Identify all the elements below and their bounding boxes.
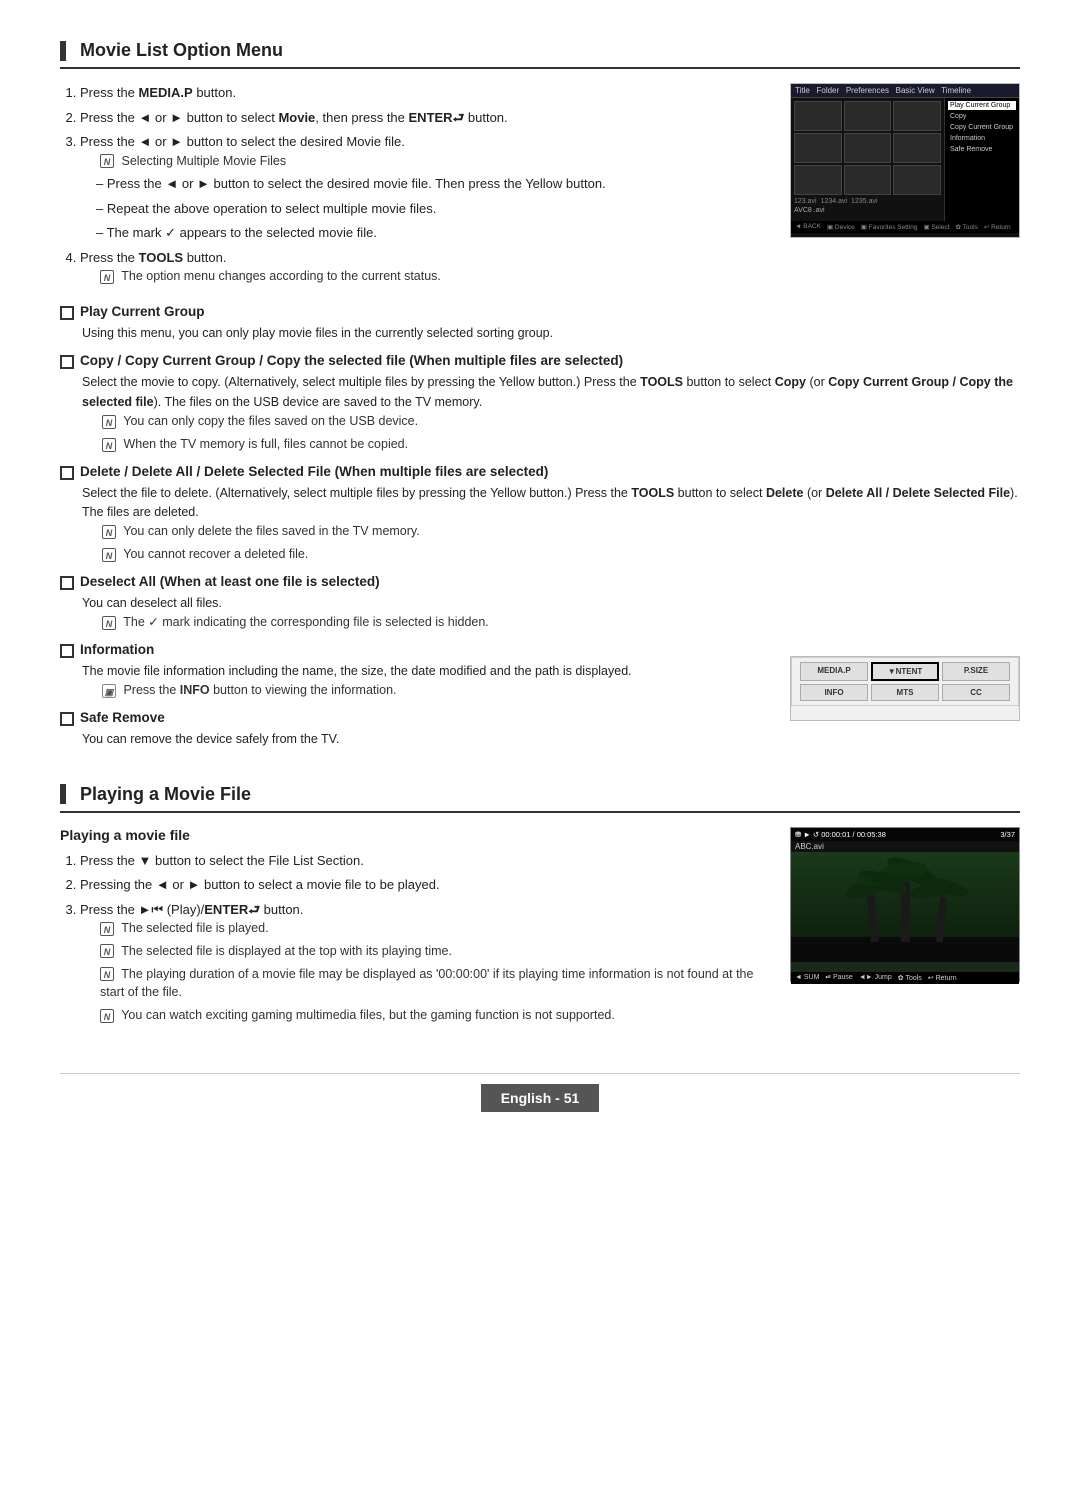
note-icon-deselect: N — [102, 616, 116, 630]
step-1: Press the MEDIA.P button. — [80, 83, 770, 103]
copy-section: Copy / Copy Current Group / Copy the sel… — [60, 353, 1020, 453]
video-content — [791, 852, 1019, 962]
checkbox-icon-safe — [60, 712, 74, 726]
play-note3: N The playing duration of a movie file m… — [100, 965, 770, 1003]
play-note1: N The selected file is played. — [100, 919, 770, 938]
btn-ntent: ▼NTENT — [871, 662, 939, 681]
title-bar2 — [60, 784, 66, 804]
play-step-1: Press the ▼ button to select the File Li… — [80, 851, 770, 871]
safe-remove-section: Safe Remove You can remove the device sa… — [60, 710, 770, 749]
copy-header: Copy / Copy Current Group / Copy the sel… — [60, 353, 1020, 369]
tv-menu-bar: Title Folder Preferences Basic View Time… — [791, 84, 1019, 98]
title-bar — [60, 41, 66, 61]
play-note4: N You can watch exciting gaming multimed… — [100, 1006, 770, 1025]
info-note: ▣ Press the INFO button to viewing the i… — [102, 681, 770, 700]
delete-note1: N You can only delete the files saved in… — [102, 522, 1020, 541]
playing-right: ⛃ ► ↺ 00:00:01 / 00:05:38 3/37 ABC.avi — [790, 827, 1020, 1033]
playing-subtitle: Playing a movie file — [60, 827, 770, 843]
note-tools: N The option menu changes according to t… — [100, 267, 770, 286]
checkbox-icon-play — [60, 306, 74, 320]
delete-header: Delete / Delete All / Delete Selected Fi… — [60, 464, 1020, 480]
delete-body: Select the file to delete. (Alternativel… — [82, 484, 1020, 564]
copy-body: Select the movie to copy. (Alternatively… — [82, 373, 1020, 453]
player-filename: ABC.avi — [791, 841, 1019, 852]
section2-title: Playing a Movie File — [60, 784, 1020, 813]
note-selecting: N Selecting Multiple Movie Files — [100, 152, 770, 171]
play-current-group-header: Play Current Group — [60, 304, 1020, 320]
note-icon-selecting: N — [100, 154, 114, 168]
btn-psize: P.SIZE — [942, 662, 1010, 681]
note-icon-play1: N — [100, 922, 114, 936]
page-footer: English - 51 — [60, 1073, 1020, 1112]
deselect-section: Deselect All (When at least one file is … — [60, 574, 1020, 632]
checkbox-icon-copy — [60, 355, 74, 369]
section1-title: Movie List Option Menu — [60, 40, 1020, 69]
play-step-3: Press the ►⏮ (Play)/ENTER⮐ button. N The… — [80, 900, 770, 1025]
deselect-note: N The ✓ mark indicating the correspondin… — [102, 613, 1020, 632]
play-step-2: Pressing the ◄ or ► button to select a m… — [80, 875, 770, 895]
checkbox-icon-info — [60, 644, 74, 658]
note-icon-delete1: N — [102, 525, 116, 539]
note-icon-delete2: N — [102, 548, 116, 562]
note-icon-play2: N — [100, 944, 114, 958]
player-screen: ⛃ ► ↺ 00:00:01 / 00:05:38 3/37 ABC.avi — [790, 827, 1020, 982]
deselect-header: Deselect All (When at least one file is … — [60, 574, 1020, 590]
btn-mts: MTS — [871, 684, 939, 701]
checkbox-icon-deselect — [60, 576, 74, 590]
note-icon-info: ▣ — [102, 684, 116, 698]
section1: Movie List Option Menu Press the MEDIA.P… — [60, 40, 1020, 760]
section2: Playing a Movie File Playing a movie fil… — [60, 784, 1020, 1033]
note-icon-copy2: N — [102, 438, 116, 452]
info-button-panel: MEDIA.P ▼NTENT P.SIZE INFO MTS CC — [790, 656, 1020, 721]
sub-item-3: The mark ✓ appears to the selected movie… — [96, 223, 770, 243]
player-bottom-bar: ◄ SUM⏯ Pause◄► Jump✿ Tools↩ Return — [791, 972, 1019, 984]
info-body: The movie file information including the… — [82, 662, 770, 700]
sub-item-1: Press the ◄ or ► button to select the de… — [96, 174, 770, 194]
step-4: Press the TOOLS button. N The option men… — [80, 248, 770, 286]
play-current-group-body: Using this menu, you can only play movie… — [82, 324, 1020, 343]
safe-remove-header: Safe Remove — [60, 710, 770, 726]
note-icon-copy1: N — [102, 415, 116, 429]
copy-note1: N You can only copy the files saved on t… — [102, 412, 1020, 431]
btn-info: INFO — [800, 684, 868, 701]
footer-badge: English - 51 — [481, 1084, 600, 1112]
step-2: Press the ◄ or ► button to select Movie,… — [80, 108, 770, 128]
copy-note2: N When the TV memory is full, files cann… — [102, 435, 1020, 454]
sub-item-2: Repeat the above operation to select mul… — [96, 199, 770, 219]
btn-mediap: MEDIA.P — [800, 662, 868, 681]
info-panel-grid: MEDIA.P ▼NTENT P.SIZE INFO MTS CC — [791, 657, 1019, 706]
play-note2: N The selected file is displayed at the … — [100, 942, 770, 961]
delete-note2: N You cannot recover a deleted file. — [102, 545, 1020, 564]
step-3: Press the ◄ or ► button to select the de… — [80, 132, 770, 243]
player-video — [791, 852, 1019, 972]
playing-steps: Press the ▼ button to select the File Li… — [60, 851, 770, 1025]
btn-cc: CC — [942, 684, 1010, 701]
deselect-body: You can deselect all files. N The ✓ mark… — [82, 594, 1020, 632]
delete-section: Delete / Delete All / Delete Selected Fi… — [60, 464, 1020, 564]
play-current-group-section: Play Current Group Using this menu, you … — [60, 304, 1020, 343]
tv-screen-mockup: Title Folder Preferences Basic View Time… — [790, 83, 1020, 238]
sub-list: Press the ◄ or ► button to select the de… — [80, 174, 770, 243]
section1-left: Press the MEDIA.P button. Press the ◄ or… — [60, 83, 770, 294]
safe-remove-body: You can remove the device safely from th… — [82, 730, 770, 749]
checkbox-icon-delete — [60, 466, 74, 480]
section1-right: Title Folder Preferences Basic View Time… — [790, 83, 1020, 294]
information-section: Information The movie file information i… — [60, 642, 770, 700]
note-icon-play4: N — [100, 1009, 114, 1023]
note-icon-tools: N — [100, 270, 114, 284]
player-top-bar: ⛃ ► ↺ 00:00:01 / 00:05:38 3/37 — [791, 828, 1019, 841]
note-icon-play3: N — [100, 967, 114, 981]
playing-left: Playing a movie file Press the ▼ button … — [60, 827, 770, 1033]
steps-list: Press the MEDIA.P button. Press the ◄ or… — [60, 83, 770, 286]
info-header: Information — [60, 642, 770, 658]
